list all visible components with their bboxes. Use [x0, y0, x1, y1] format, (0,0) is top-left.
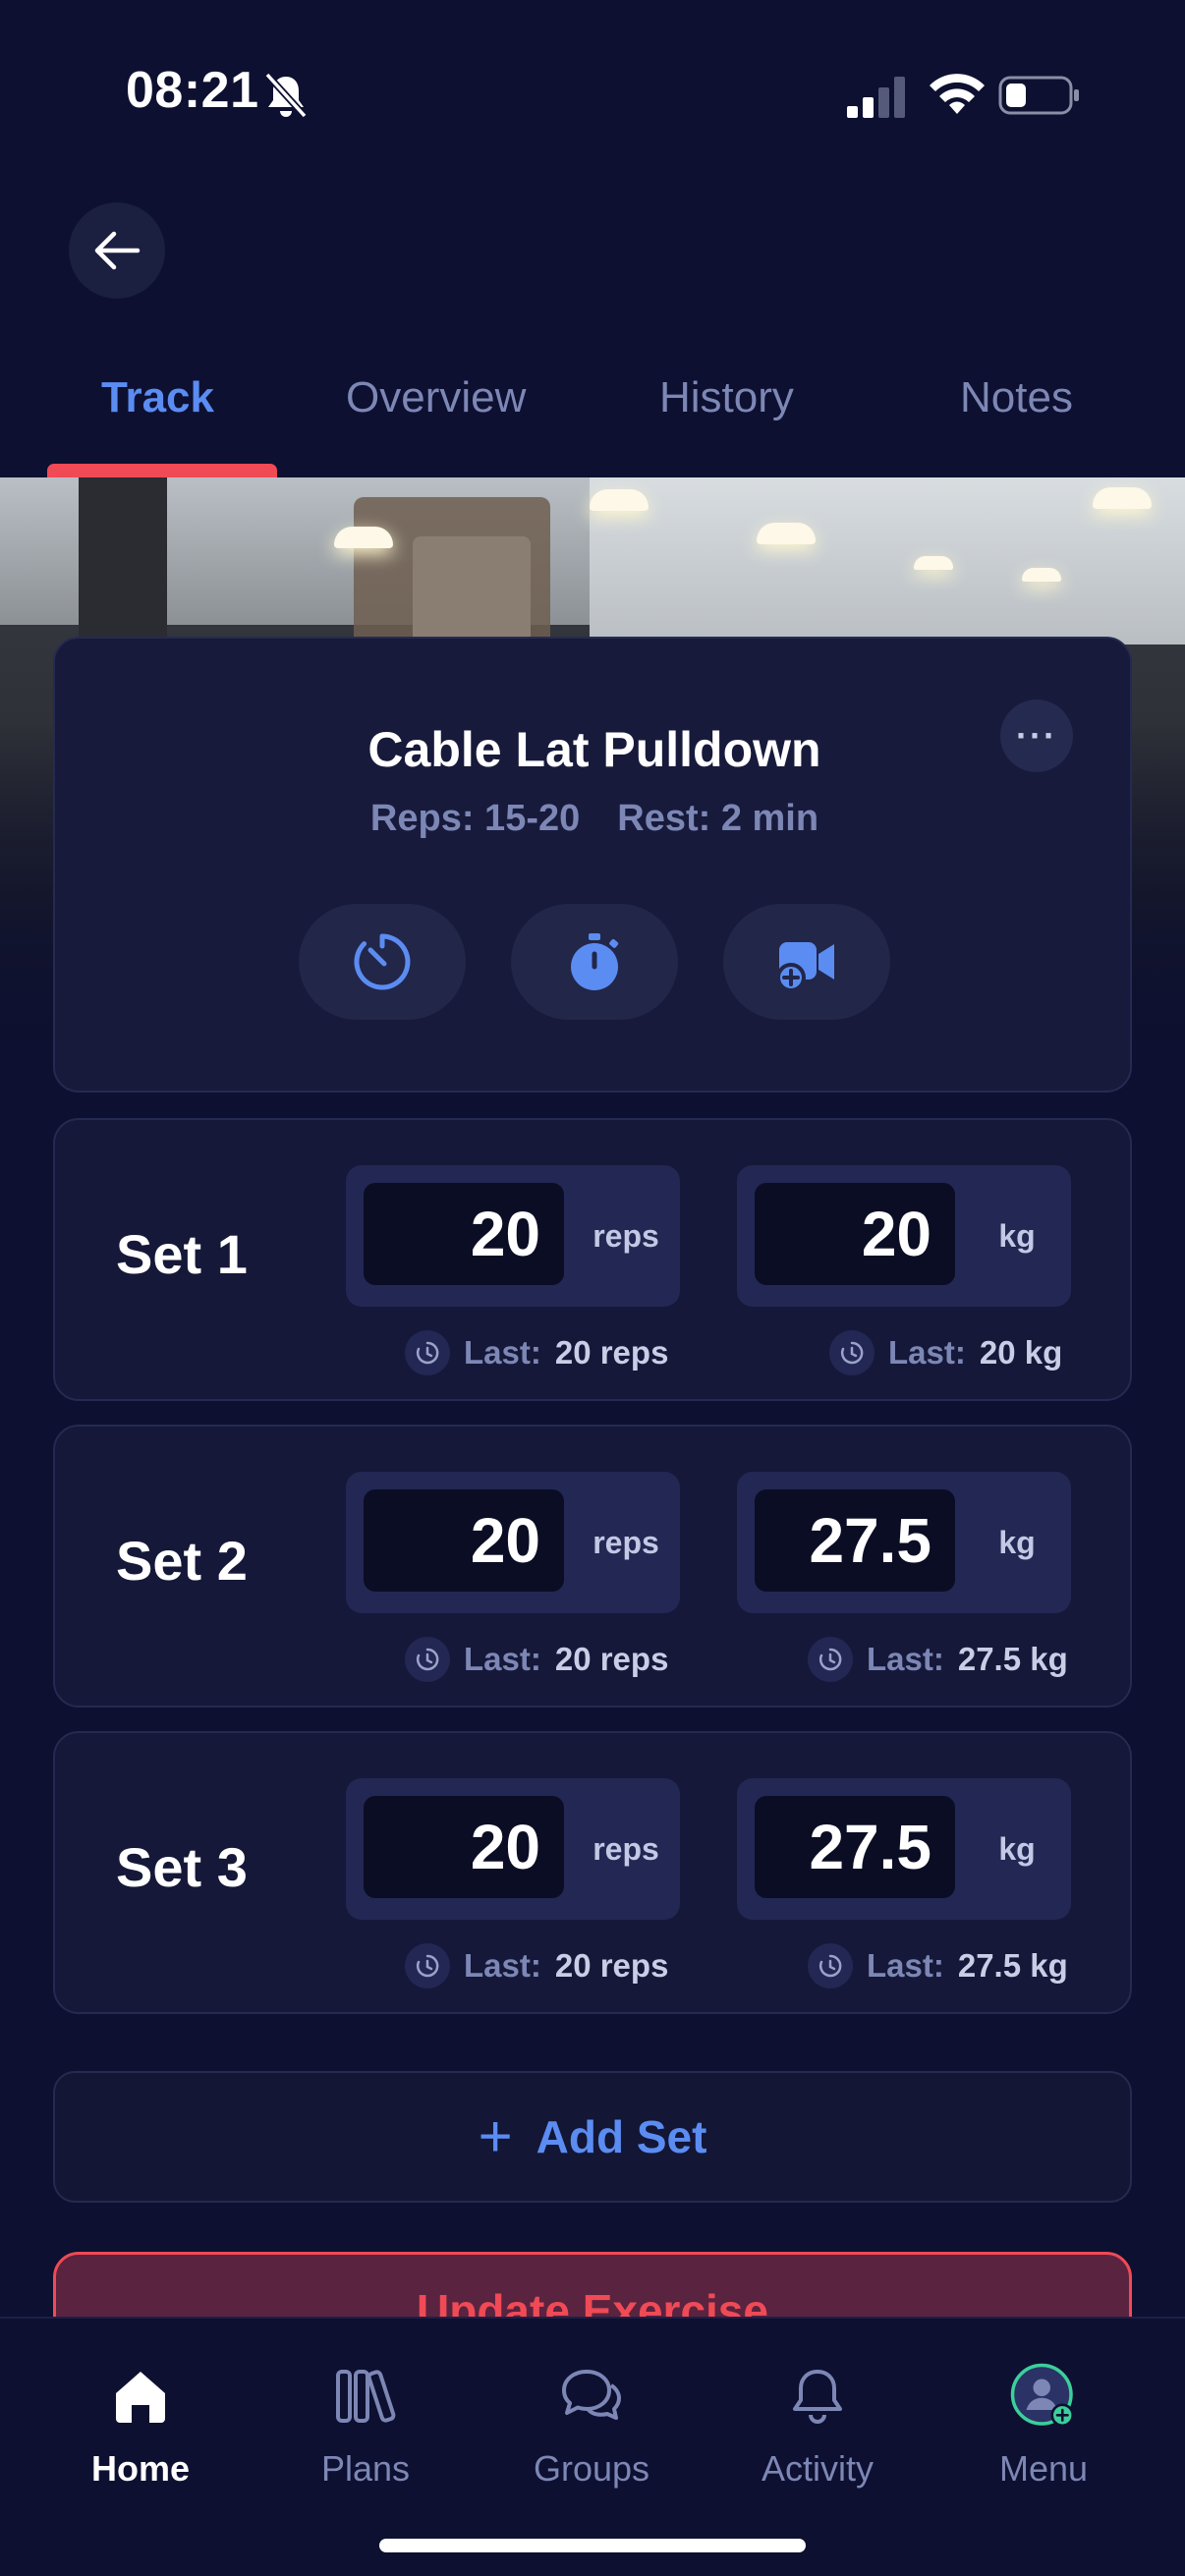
reps-unit: reps — [592, 1218, 659, 1254]
tab-notes[interactable]: Notes — [960, 373, 1073, 422]
exercise-meta: Reps: 15-20 Rest: 2 min — [55, 798, 1134, 840]
tab-track[interactable]: Track — [101, 373, 214, 422]
last-label: Last: — [464, 1334, 541, 1371]
last-reps: Last: 20 reps — [405, 1941, 668, 1990]
last-weight-value: 27.5 kg — [957, 1641, 1068, 1677]
last-label: Last: — [464, 1947, 541, 1984]
back-button[interactable] — [69, 202, 165, 299]
set-label: Set 2 — [116, 1530, 248, 1592]
app-screen: 08:21 Track Overview History Notes Cable… — [0, 0, 1185, 2576]
battery-icon — [998, 76, 1079, 115]
nav-menu[interactable]: Menu — [945, 2362, 1142, 2529]
history-clock-icon — [829, 1330, 875, 1375]
last-weight: Last: 20 kg — [829, 1328, 1062, 1377]
active-tab-indicator — [47, 464, 277, 477]
ellipsis-icon: ··· — [1016, 715, 1057, 756]
tab-history[interactable]: History — [659, 373, 794, 422]
exercise-rest: Rest: 2 min — [617, 798, 819, 839]
reps-input[interactable]: 20 — [364, 1489, 564, 1592]
history-clock-icon — [808, 1943, 853, 1988]
history-clock-icon — [405, 1330, 450, 1375]
home-icon — [106, 2362, 175, 2431]
history-clock-icon — [808, 1637, 853, 1682]
bottom-nav: Home Plans Groups Activity Menu — [0, 2317, 1185, 2576]
history-clock-icon — [405, 1943, 450, 1988]
set-label: Set 1 — [116, 1223, 248, 1285]
reps-field[interactable]: 20 reps — [346, 1778, 680, 1920]
nav-home-label: Home — [90, 2448, 191, 2489]
set-card: Set 2 20 reps 27.5 kg Last: 20 reps Last:… — [53, 1425, 1132, 1708]
nav-home[interactable]: Home — [42, 2362, 239, 2529]
more-options-button[interactable]: ··· — [1000, 700, 1073, 772]
exercise-reps: Reps: 15-20 — [369, 798, 581, 839]
last-label: Last: — [867, 1641, 944, 1677]
status-bar: 08:21 — [0, 0, 1185, 187]
exercise-actions — [55, 904, 1134, 1020]
add-video-icon — [776, 942, 834, 992]
bell-icon — [783, 2362, 852, 2431]
arrow-left-icon — [94, 231, 141, 270]
weight-field[interactable]: 20 kg — [737, 1165, 1071, 1307]
last-weight: Last: 27.5 kg — [808, 1635, 1068, 1684]
last-label: Last: — [464, 1641, 541, 1677]
last-label: Last: — [888, 1334, 966, 1371]
weight-field[interactable]: 27.5 kg — [737, 1472, 1071, 1613]
exercise-card: Cable Lat Pulldown Reps: 15-20 Rest: 2 mi… — [53, 637, 1132, 1092]
nav-activity[interactable]: Activity — [719, 2362, 916, 2529]
history-clock-icon — [405, 1637, 450, 1682]
add-set-label: Add Set — [536, 2111, 707, 2162]
weight-unit: kg — [998, 1525, 1036, 1560]
last-weight: Last: 27.5 kg — [808, 1941, 1068, 1990]
reps-unit: reps — [592, 1525, 659, 1560]
add-video-button[interactable] — [723, 904, 890, 1020]
rest-timer-button[interactable] — [299, 904, 466, 1020]
nav-plans[interactable]: Plans — [267, 2362, 464, 2529]
set-card: Set 1 20 reps 20 kg Last: 20 reps Last: 20… — [53, 1118, 1132, 1401]
last-reps-value: 20 reps — [554, 1947, 669, 1984]
weight-input[interactable]: 27.5 — [755, 1796, 955, 1898]
nav-activity-label: Activity — [761, 2448, 874, 2489]
nav-menu-label: Menu — [998, 2448, 1089, 2489]
last-reps-value: 20 reps — [554, 1641, 669, 1677]
weight-unit: kg — [998, 1831, 1036, 1867]
set-card: Set 3 20 reps 27.5 kg Last: 20 reps Last:… — [53, 1731, 1132, 2014]
last-weight-value: 27.5 kg — [957, 1947, 1068, 1984]
nav-groups-label: Groups — [533, 2448, 650, 2489]
tab-bar: Track Overview History Notes — [0, 354, 1185, 477]
plus-icon: + — [478, 2103, 513, 2169]
last-reps: Last: 20 reps — [405, 1635, 668, 1684]
weight-field[interactable]: 27.5 kg — [737, 1778, 1071, 1920]
status-time: 08:21 — [126, 62, 259, 119]
tab-overview[interactable]: Overview — [346, 373, 526, 422]
bell-muted-icon — [264, 72, 308, 119]
nav-groups[interactable]: Groups — [493, 2362, 690, 2529]
weight-input[interactable]: 20 — [755, 1183, 955, 1285]
stopwatch-button[interactable] — [511, 904, 678, 1020]
reps-field[interactable]: 20 reps — [346, 1472, 680, 1613]
set-label: Set 3 — [116, 1836, 248, 1898]
exercise-title: Cable Lat Pulldown — [367, 722, 821, 777]
avatar-icon — [1009, 2362, 1078, 2431]
last-reps: Last: 20 reps — [405, 1328, 668, 1377]
plans-icon — [331, 2362, 400, 2431]
stopwatch-icon — [571, 933, 619, 990]
reps-field[interactable]: 20 reps — [346, 1165, 680, 1307]
reps-unit: reps — [592, 1831, 659, 1867]
weight-unit: kg — [998, 1218, 1036, 1254]
weight-input[interactable]: 27.5 — [755, 1489, 955, 1592]
timer-icon — [354, 933, 411, 990]
nav-plans-label: Plans — [320, 2448, 411, 2489]
last-reps-value: 20 reps — [554, 1334, 669, 1371]
groups-icon — [557, 2362, 626, 2431]
last-label: Last: — [867, 1947, 944, 1984]
last-weight-value: 20 kg — [979, 1334, 1063, 1371]
signal-icon — [847, 77, 905, 118]
wifi-icon — [930, 74, 985, 114]
reps-input[interactable]: 20 — [364, 1796, 564, 1898]
home-indicator — [379, 2539, 806, 2552]
add-set-button[interactable]: + Add Set — [53, 2071, 1132, 2203]
reps-input[interactable]: 20 — [364, 1183, 564, 1285]
